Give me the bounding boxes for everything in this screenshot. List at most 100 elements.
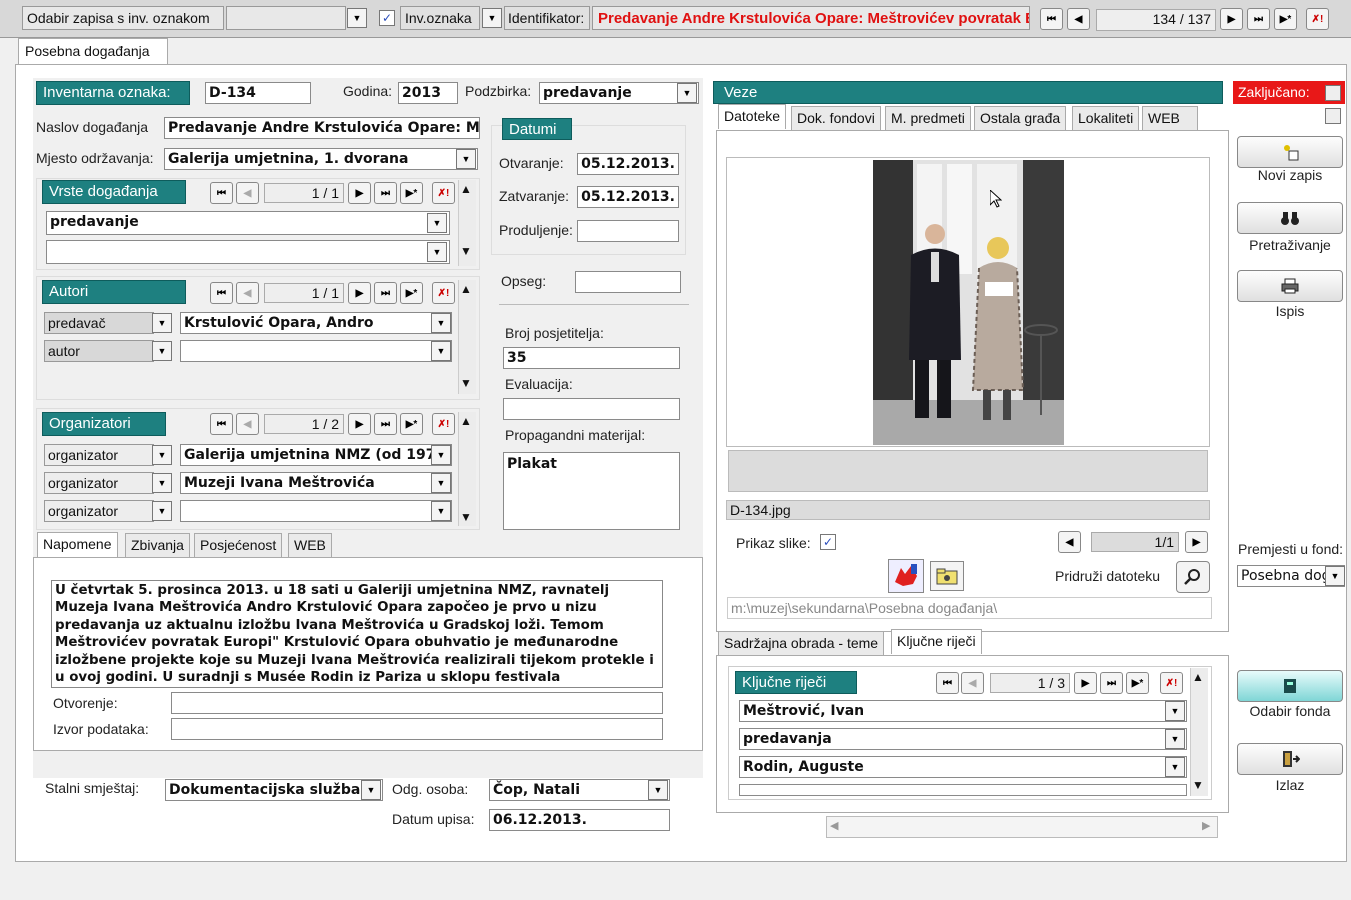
horizontal-scrollbar[interactable] — [826, 816, 1218, 838]
inv-checkbox[interactable]: ✓ — [379, 10, 395, 26]
select-fund-button[interactable] — [1237, 670, 1343, 702]
tab-events[interactable]: Zbivanja — [125, 533, 190, 558]
authors-delete[interactable]: ✗! — [432, 282, 455, 304]
evaluation-field[interactable] — [503, 398, 680, 420]
event-type-row-2[interactable] — [46, 240, 450, 264]
event-types-last[interactable]: ⏭ — [374, 182, 397, 204]
first-record-button[interactable]: ⏮ — [1040, 8, 1063, 30]
event-type-row-2-dropdown[interactable]: ▼ — [427, 242, 447, 262]
author-name-1[interactable]: Krstulović Opara, Andro — [180, 312, 452, 334]
event-types-new[interactable]: ▶* — [400, 182, 423, 204]
next-record-button[interactable]: ▶ — [1220, 8, 1243, 30]
authors-prev[interactable]: ◀ — [236, 282, 259, 304]
organizers-prev[interactable]: ◀ — [236, 413, 259, 435]
keywords-scrollbar[interactable] — [1190, 668, 1208, 796]
search-file-icon[interactable] — [1176, 561, 1210, 593]
scroll-down-icon[interactable]: ▼ — [460, 244, 472, 258]
image-next-button[interactable]: ▶ — [1185, 531, 1208, 553]
last-record-button[interactable]: ⏭ — [1247, 8, 1270, 30]
paint-icon[interactable] — [888, 559, 924, 593]
organizers-delete[interactable]: ✗! — [432, 413, 455, 435]
authors-new[interactable]: ▶* — [400, 282, 423, 304]
authors-first[interactable]: ⏮ — [210, 282, 233, 304]
scroll-up-icon[interactable]: ▲ — [460, 414, 472, 428]
visitors-field[interactable]: 35 — [503, 347, 680, 369]
organizer-name-3[interactable] — [180, 500, 452, 522]
source-field[interactable] — [171, 718, 663, 740]
ident-field[interactable]: Predavanje Andre Krstulovića Opare: Mešt… — [592, 6, 1030, 30]
prev-record-button[interactable]: ◀ — [1067, 8, 1090, 30]
scroll-up-icon[interactable]: ▲ — [1192, 670, 1204, 684]
open-folder-icon[interactable] — [930, 561, 964, 591]
keyword-row-3[interactable]: Rodin, Auguste — [739, 756, 1187, 778]
keywords-delete[interactable]: ✗! — [1160, 672, 1183, 694]
show-image-checkbox[interactable]: ✓ — [820, 534, 836, 550]
keyword-row-1-dropdown[interactable]: ▼ — [1165, 701, 1185, 721]
tab-posebna-dogadanja[interactable]: Posebna događanja — [18, 38, 168, 65]
event-types-delete[interactable]: ✗! — [432, 182, 455, 204]
scroll-down-icon[interactable]: ▼ — [460, 376, 472, 390]
organizer-role-1-dropdown[interactable]: ▼ — [152, 445, 172, 465]
scroll-up-icon[interactable]: ▲ — [460, 182, 472, 196]
organizers-last[interactable]: ⏭ — [374, 413, 397, 435]
keyword-row-1[interactable]: Meštrović, Ivan — [739, 700, 1187, 722]
authors-next[interactable]: ▶ — [348, 282, 371, 304]
keyword-row-3-dropdown[interactable]: ▼ — [1165, 757, 1185, 777]
author-role-2[interactable]: autor — [44, 340, 154, 362]
image-prev-button[interactable]: ◀ — [1058, 531, 1081, 553]
organizer-name-3-dropdown[interactable]: ▼ — [431, 501, 451, 521]
event-types-prev[interactable]: ◀ — [236, 182, 259, 204]
move-to-fund-dropdown[interactable]: ▼ — [1325, 566, 1345, 586]
organizers-scrollbar[interactable] — [458, 412, 476, 526]
keywords-new[interactable]: ▶* — [1126, 672, 1149, 694]
tab-content-topics[interactable]: Sadržajna obrada - teme — [718, 631, 885, 656]
author-name-1-dropdown[interactable]: ▼ — [431, 313, 451, 333]
tab-web-links[interactable]: WEB — [1142, 106, 1198, 131]
tab-other-material[interactable]: Ostala građa — [974, 106, 1067, 131]
keywords-prev[interactable]: ◀ — [961, 672, 984, 694]
locked-checkbox[interactable] — [1325, 85, 1341, 101]
scroll-left-icon[interactable]: ◀ — [830, 819, 838, 832]
new-record-button[interactable] — [1237, 136, 1343, 168]
keyword-row-2-dropdown[interactable]: ▼ — [1165, 729, 1185, 749]
organizers-new[interactable]: ▶* — [400, 413, 423, 435]
extra-checkbox[interactable] — [1325, 108, 1341, 124]
subcollection-dropdown[interactable]: ▼ — [677, 83, 697, 103]
location-field[interactable]: Dokumentacijska služba — [165, 779, 383, 801]
scope-field[interactable] — [575, 271, 681, 293]
organizer-name-1[interactable]: Galerija umjetnina NMZ (od 1978.) — [180, 444, 452, 466]
subcollection-field[interactable]: predavanje — [539, 82, 699, 104]
authors-last[interactable]: ⏭ — [374, 282, 397, 304]
extension-field[interactable] — [577, 220, 679, 242]
keywords-last[interactable]: ⏭ — [1100, 672, 1123, 694]
title-field[interactable]: Predavanje Andre Krstulovića Opare: Mešt… — [164, 117, 480, 139]
author-name-2[interactable] — [180, 340, 452, 362]
event-type-row-1[interactable]: predavanje — [46, 211, 450, 235]
person-field[interactable]: Čop, Natali — [489, 779, 670, 801]
inventory-field[interactable]: D-134 — [205, 82, 311, 104]
organizer-role-1[interactable]: organizator — [44, 444, 154, 466]
author-role-1-dropdown[interactable]: ▼ — [152, 313, 172, 333]
venue-field[interactable]: Galerija umjetnina, 1. dvorana — [164, 148, 478, 170]
promo-field[interactable]: Plakat — [503, 452, 680, 530]
tab-attendance[interactable]: Posjećenost — [194, 533, 283, 558]
event-type-row-1-dropdown[interactable]: ▼ — [427, 213, 447, 233]
exit-button[interactable] — [1237, 743, 1343, 775]
author-role-2-dropdown[interactable]: ▼ — [152, 341, 172, 361]
tab-files[interactable]: Datoteke — [718, 104, 787, 129]
scroll-right-icon[interactable]: ▶ — [1202, 819, 1210, 832]
venue-dropdown[interactable]: ▼ — [456, 149, 476, 169]
keyword-row-2[interactable]: predavanja — [739, 728, 1187, 750]
opening-date-field[interactable]: 05.12.2013. — [577, 153, 679, 175]
organizer-name-2[interactable]: Muzeji Ivana Meštrovića — [180, 472, 452, 494]
tab-doc-funds[interactable]: Dok. fondovi — [791, 106, 881, 131]
search-button[interactable] — [1237, 202, 1343, 234]
keyword-row-4[interactable] — [739, 784, 1187, 796]
organizers-first[interactable]: ⏮ — [210, 413, 233, 435]
notes-text[interactable]: U četvrtak 5. prosinca 2013. u 18 sati u… — [51, 580, 663, 688]
event-photo[interactable] — [873, 160, 1064, 445]
tab-museum-objects[interactable]: M. predmeti — [885, 106, 971, 131]
organizer-name-2-dropdown[interactable]: ▼ — [431, 473, 451, 493]
organizer-role-3-dropdown[interactable]: ▼ — [152, 501, 172, 521]
event-types-next[interactable]: ▶ — [348, 182, 371, 204]
